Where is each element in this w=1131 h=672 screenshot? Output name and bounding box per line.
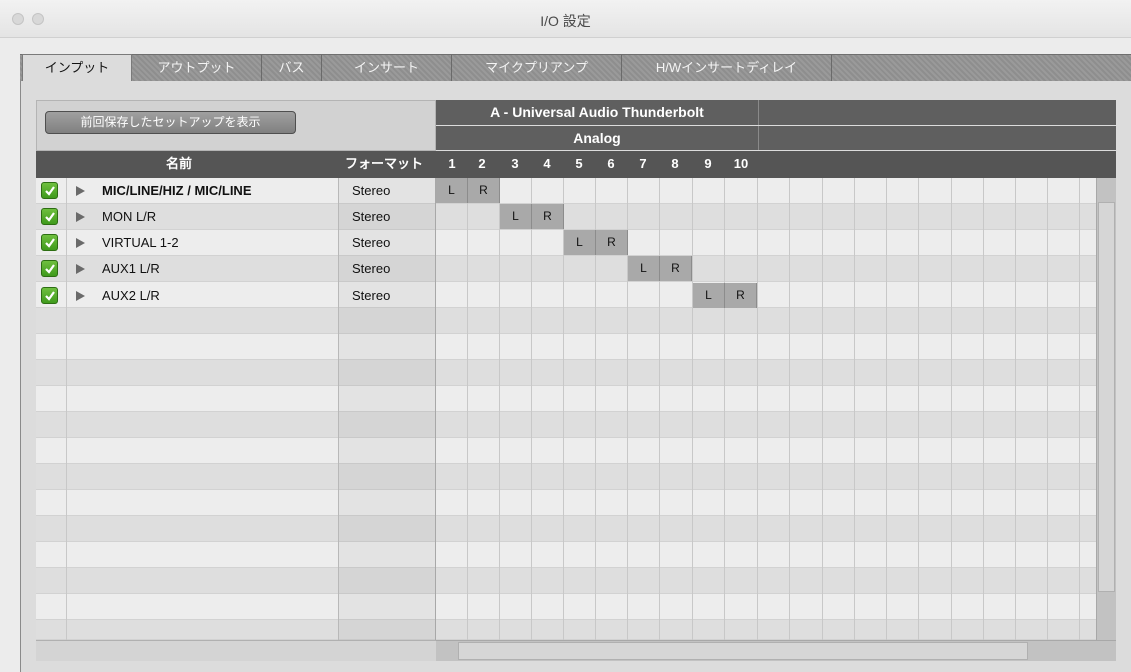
tab-bar: インプット アウトプット バス インサート マイクプリアンプ H/Wインサートデ… bbox=[20, 54, 1131, 84]
grid-row bbox=[36, 360, 1096, 386]
row-format[interactable]: Stereo bbox=[352, 235, 390, 250]
channel-header: 8 bbox=[671, 156, 679, 171]
row-format[interactable]: Stereo bbox=[352, 183, 390, 198]
row-enabled-checkbox[interactable] bbox=[41, 208, 58, 225]
grid-line bbox=[338, 178, 339, 640]
channel-cell-left[interactable]: L bbox=[436, 178, 468, 203]
channel-cell-right[interactable]: R bbox=[596, 230, 628, 255]
device-header: A - Universal Audio Thunderbolt bbox=[436, 100, 758, 125]
show-last-setup-button[interactable]: 前回保存したセットアップを表示 bbox=[45, 111, 296, 134]
grid-line bbox=[467, 178, 468, 640]
tab-hw-insert-delay[interactable]: H/Wインサートディレイ bbox=[622, 55, 832, 82]
row-enabled-checkbox[interactable] bbox=[41, 234, 58, 251]
grid-row bbox=[36, 516, 1096, 542]
row-format[interactable]: Stereo bbox=[352, 261, 390, 276]
channel-cell-right[interactable]: R bbox=[532, 204, 564, 229]
channel-cell-left[interactable]: L bbox=[500, 204, 532, 229]
channel-header: 6 bbox=[607, 156, 615, 171]
channel-header: 5 bbox=[575, 156, 583, 171]
grid-line bbox=[822, 178, 823, 640]
channel-header: 9 bbox=[704, 156, 712, 171]
group-header: Analog bbox=[436, 126, 758, 150]
channel-header: 10 bbox=[733, 156, 749, 171]
grid-line bbox=[951, 178, 952, 640]
tab-insert[interactable]: インサート bbox=[322, 55, 452, 82]
row-name[interactable]: VIRTUAL 1-2 bbox=[102, 235, 179, 250]
grid-row bbox=[36, 386, 1096, 412]
grid-line bbox=[1079, 178, 1080, 640]
grid-line bbox=[66, 178, 67, 640]
row-enabled-checkbox[interactable] bbox=[41, 182, 58, 199]
grid-row bbox=[36, 542, 1096, 568]
grid-line bbox=[886, 178, 887, 640]
expand-triangle-icon[interactable] bbox=[76, 291, 85, 301]
channel-header: 3 bbox=[511, 156, 519, 171]
left-horizontal-scrollbar[interactable] bbox=[36, 640, 436, 661]
grid-line bbox=[789, 178, 790, 640]
grid-row bbox=[36, 620, 1096, 640]
tab-bus[interactable]: バス bbox=[262, 55, 322, 82]
grid-line bbox=[692, 178, 693, 640]
grid-row bbox=[36, 308, 1096, 334]
grid-line bbox=[499, 178, 500, 640]
grid-line bbox=[435, 178, 436, 640]
expand-triangle-icon[interactable] bbox=[76, 212, 85, 222]
grid-line bbox=[659, 178, 660, 640]
group-header-empty bbox=[758, 126, 1116, 150]
channel-cell-right[interactable]: R bbox=[468, 178, 500, 203]
grid-row bbox=[36, 464, 1096, 490]
horizontal-scrollbar[interactable] bbox=[436, 640, 1116, 661]
grid-line bbox=[531, 178, 532, 640]
channel-header: 7 bbox=[639, 156, 647, 171]
channel-cell-right[interactable]: R bbox=[660, 256, 692, 281]
grid-line bbox=[983, 178, 984, 640]
grid-line bbox=[724, 178, 725, 640]
grid-line bbox=[854, 178, 855, 640]
grid-row bbox=[36, 412, 1096, 438]
channel-cell-right[interactable]: R bbox=[725, 283, 757, 308]
grid-row bbox=[36, 490, 1096, 516]
channel-cell-left[interactable]: L bbox=[693, 283, 725, 308]
grid-row bbox=[36, 282, 1096, 308]
format-column-header[interactable]: フォーマット bbox=[345, 151, 423, 177]
row-name[interactable]: AUX2 L/R bbox=[102, 288, 160, 303]
row-format[interactable]: Stereo bbox=[352, 288, 390, 303]
name-column-header[interactable]: 名前 bbox=[166, 151, 192, 177]
title-bar: I/O 設定 bbox=[0, 0, 1131, 38]
channel-cell-left[interactable]: L bbox=[628, 256, 660, 281]
channel-header: 1 bbox=[448, 156, 456, 171]
tab-output[interactable]: アウトプット bbox=[132, 55, 262, 82]
expand-triangle-icon[interactable] bbox=[76, 264, 85, 274]
grid-row bbox=[36, 204, 1096, 230]
grid-line bbox=[918, 178, 919, 640]
grid-row bbox=[36, 568, 1096, 594]
grid-row bbox=[36, 334, 1096, 360]
row-format[interactable]: Stereo bbox=[352, 209, 390, 224]
row-name[interactable]: AUX1 L/R bbox=[102, 261, 160, 276]
grid-row bbox=[36, 256, 1096, 282]
horizontal-scroll-thumb[interactable] bbox=[458, 642, 1028, 660]
row-enabled-checkbox[interactable] bbox=[41, 260, 58, 277]
grid-row bbox=[36, 594, 1096, 620]
tab-input[interactable]: インプット bbox=[22, 54, 132, 84]
row-enabled-checkbox[interactable] bbox=[41, 287, 58, 304]
grid-line bbox=[1015, 178, 1016, 640]
vertical-scroll-thumb[interactable] bbox=[1098, 202, 1115, 592]
device-header-empty bbox=[758, 100, 1116, 125]
grid-line bbox=[1047, 178, 1048, 640]
grid-row bbox=[36, 438, 1096, 464]
expand-triangle-icon[interactable] bbox=[76, 238, 85, 248]
window-title: I/O 設定 bbox=[540, 13, 591, 29]
expand-triangle-icon[interactable] bbox=[76, 186, 85, 196]
vertical-scrollbar[interactable] bbox=[1096, 178, 1116, 640]
row-name[interactable]: MON L/R bbox=[102, 209, 156, 224]
tab-mic-preamp[interactable]: マイクプリアンプ bbox=[452, 55, 622, 82]
channel-cell-left[interactable]: L bbox=[564, 230, 596, 255]
row-name[interactable]: MIC/LINE/HIZ / MIC/LINE bbox=[102, 183, 252, 198]
grid-line bbox=[757, 178, 758, 640]
channel-header: 4 bbox=[543, 156, 551, 171]
channel-header: 2 bbox=[478, 156, 486, 171]
